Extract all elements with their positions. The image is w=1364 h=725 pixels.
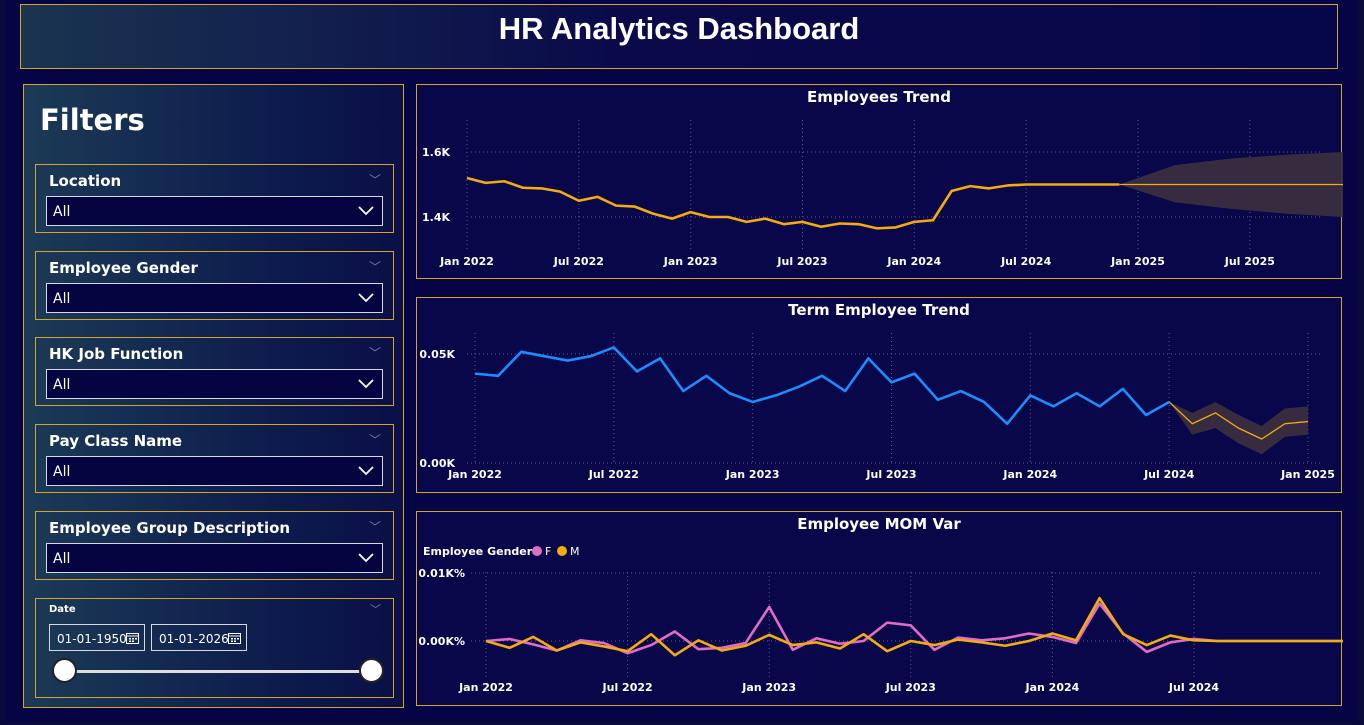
- y-tick-label: 0.01K%: [418, 567, 465, 580]
- pay-class-dropdown[interactable]: All: [46, 456, 383, 486]
- term-employee-trend-chart: 0.00K0.05KJan 2022 Jul 2022 Jan 2023 Jul 20…: [419, 333, 1335, 481]
- x-tick-label: Jan 2022: [458, 681, 513, 694]
- x-tick-label: Jul 2024: [1000, 255, 1051, 268]
- x-tick-label: Jul 2022: [602, 681, 653, 694]
- dropdown-value: All: [53, 377, 71, 393]
- chart-title: Employees Trend: [807, 88, 951, 106]
- y-tick-label: 1.6K: [422, 146, 450, 159]
- location-dropdown[interactable]: All: [46, 196, 383, 226]
- page-title: HR Analytics Dashboard: [498, 11, 860, 46]
- x-tick-label: Jan 2024: [1025, 681, 1080, 694]
- x-tick-label: Jan 2025: [1110, 255, 1165, 268]
- date-range-track[interactable]: [64, 670, 372, 673]
- x-tick-label: Jul 2022: [588, 468, 639, 481]
- chart-title: Employee MOM Var: [797, 515, 961, 533]
- date-range-start-handle[interactable]: [52, 658, 77, 683]
- slicer-job-function: HK Job Function ﹀ All: [35, 337, 394, 406]
- x-tick-label: Jul 2023: [776, 255, 827, 268]
- legend-label: F: [545, 545, 551, 558]
- x-tick-label: Jul 2025: [1224, 255, 1275, 268]
- chart-title: Term Employee Trend: [788, 301, 970, 319]
- x-tick-label: Jan 2024: [886, 255, 941, 268]
- dropdown-value: All: [53, 204, 71, 220]
- x-tick-label: Jul 2022: [553, 255, 604, 268]
- x-tick-label: Jan 2022: [439, 255, 494, 268]
- calendar-icon[interactable]: [126, 632, 139, 644]
- slicer-employee-group: Employee Group Description ﹀ All: [35, 511, 394, 580]
- collapse-chevron-icon[interactable]: ﹀: [369, 344, 381, 361]
- slicer-label: Pay Class Name: [49, 432, 183, 450]
- series-line: [485, 602, 1343, 655]
- series-line: [466, 176, 1120, 230]
- start-date-value: 01-01-1950: [57, 632, 127, 646]
- y-tick-label: 0.05K: [419, 348, 455, 361]
- x-tick-label: Jan 2023: [663, 255, 718, 268]
- collapse-chevron-icon[interactable]: ﹀: [369, 518, 381, 535]
- job-function-dropdown[interactable]: All: [46, 369, 383, 399]
- chevron-down-icon: [358, 553, 374, 563]
- collapse-chevron-icon[interactable]: ﹀: [369, 171, 381, 188]
- x-tick-label: Jul 2024: [1143, 468, 1194, 481]
- slicer-label: Location: [49, 172, 122, 190]
- x-tick-label: Jan 2023: [741, 681, 796, 694]
- employees-trend-panel: 1.4K 1.6K Jan 2022 Jul 2022 Jan 2023 Jul 2023…: [416, 84, 1343, 279]
- date-label: Date: [49, 604, 76, 615]
- x-tick-label: Jan 2025: [1280, 468, 1335, 481]
- x-tick-label: Jan 2022: [447, 468, 502, 481]
- start-date-input[interactable]: 01-01-1950: [49, 624, 145, 651]
- slicer-label: Employee Gender: [49, 259, 198, 277]
- x-tick-label: Jul 2024: [1168, 681, 1219, 694]
- legend-label: M: [570, 545, 580, 558]
- slicer-label: HK Job Function: [49, 345, 184, 363]
- chevron-down-icon: [358, 293, 374, 303]
- legend-title: Employee Gender: [423, 545, 533, 558]
- y-tick-label: 1.4K: [422, 211, 450, 224]
- slicer-label: Employee Group Description: [49, 519, 291, 537]
- slicer-employee-gender: Employee Gender ﹀ All: [35, 251, 394, 320]
- chevron-down-icon: [358, 466, 374, 476]
- employee-gender-dropdown[interactable]: All: [46, 283, 383, 313]
- x-tick-label: Jul 2023: [885, 681, 936, 694]
- employee-mom-var-panel: 0.00K% 0.01K% Jan 2022 Jul 2022 Jan 2023 Jul …: [416, 511, 1343, 706]
- x-tick-label: Jul 2023: [865, 468, 916, 481]
- date-slicer: Date ﹀ 01-01-1950 01-01-2026: [35, 598, 394, 698]
- collapse-chevron-icon[interactable]: ﹀: [369, 258, 381, 275]
- employee-group-dropdown[interactable]: All: [46, 543, 383, 573]
- end-date-value: 01-01-2026: [159, 632, 229, 646]
- series-line: [474, 346, 1170, 426]
- filters-heading: Filters: [40, 103, 145, 137]
- chevron-down-icon: [358, 379, 374, 389]
- legend-marker: [557, 546, 567, 556]
- collapse-chevron-icon[interactable]: ﹀: [369, 431, 381, 448]
- dropdown-value: All: [53, 464, 71, 480]
- legend-marker: [532, 546, 542, 556]
- employee-mom-var-chart: 0.00K% 0.01K% Jan 2022 Jul 2022 Jan 2023 Jul …: [418, 545, 1343, 694]
- chevron-down-icon: [358, 206, 374, 216]
- x-tick-label: Jan 2023: [725, 468, 780, 481]
- slicer-location: Location ﹀ All: [35, 164, 394, 233]
- dropdown-value: All: [53, 551, 71, 567]
- term-employee-trend-panel: 0.00K 0.05K Jan 2022 Jul 2022 Jan 2023 Jul 20…: [416, 297, 1342, 493]
- header-banner: HR Analytics Dashboard: [20, 4, 1338, 69]
- calendar-icon[interactable]: [228, 632, 241, 644]
- date-range-end-handle[interactable]: [359, 658, 384, 683]
- x-tick-label: Jan 2024: [1002, 468, 1057, 481]
- dropdown-value: All: [53, 291, 71, 307]
- y-tick-label: 0.00K%: [418, 635, 465, 648]
- filters-panel: Filters Location ﹀ All Employee Gender ﹀…: [23, 84, 404, 708]
- end-date-input[interactable]: 01-01-2026: [151, 624, 247, 651]
- slicer-pay-class: Pay Class Name ﹀ All: [35, 424, 394, 493]
- collapse-chevron-icon[interactable]: ﹀: [370, 601, 381, 617]
- employees-trend-chart: 1.4K 1.6K Jan 2022 Jul 2022 Jan 2023 Jul 2023…: [422, 120, 1343, 268]
